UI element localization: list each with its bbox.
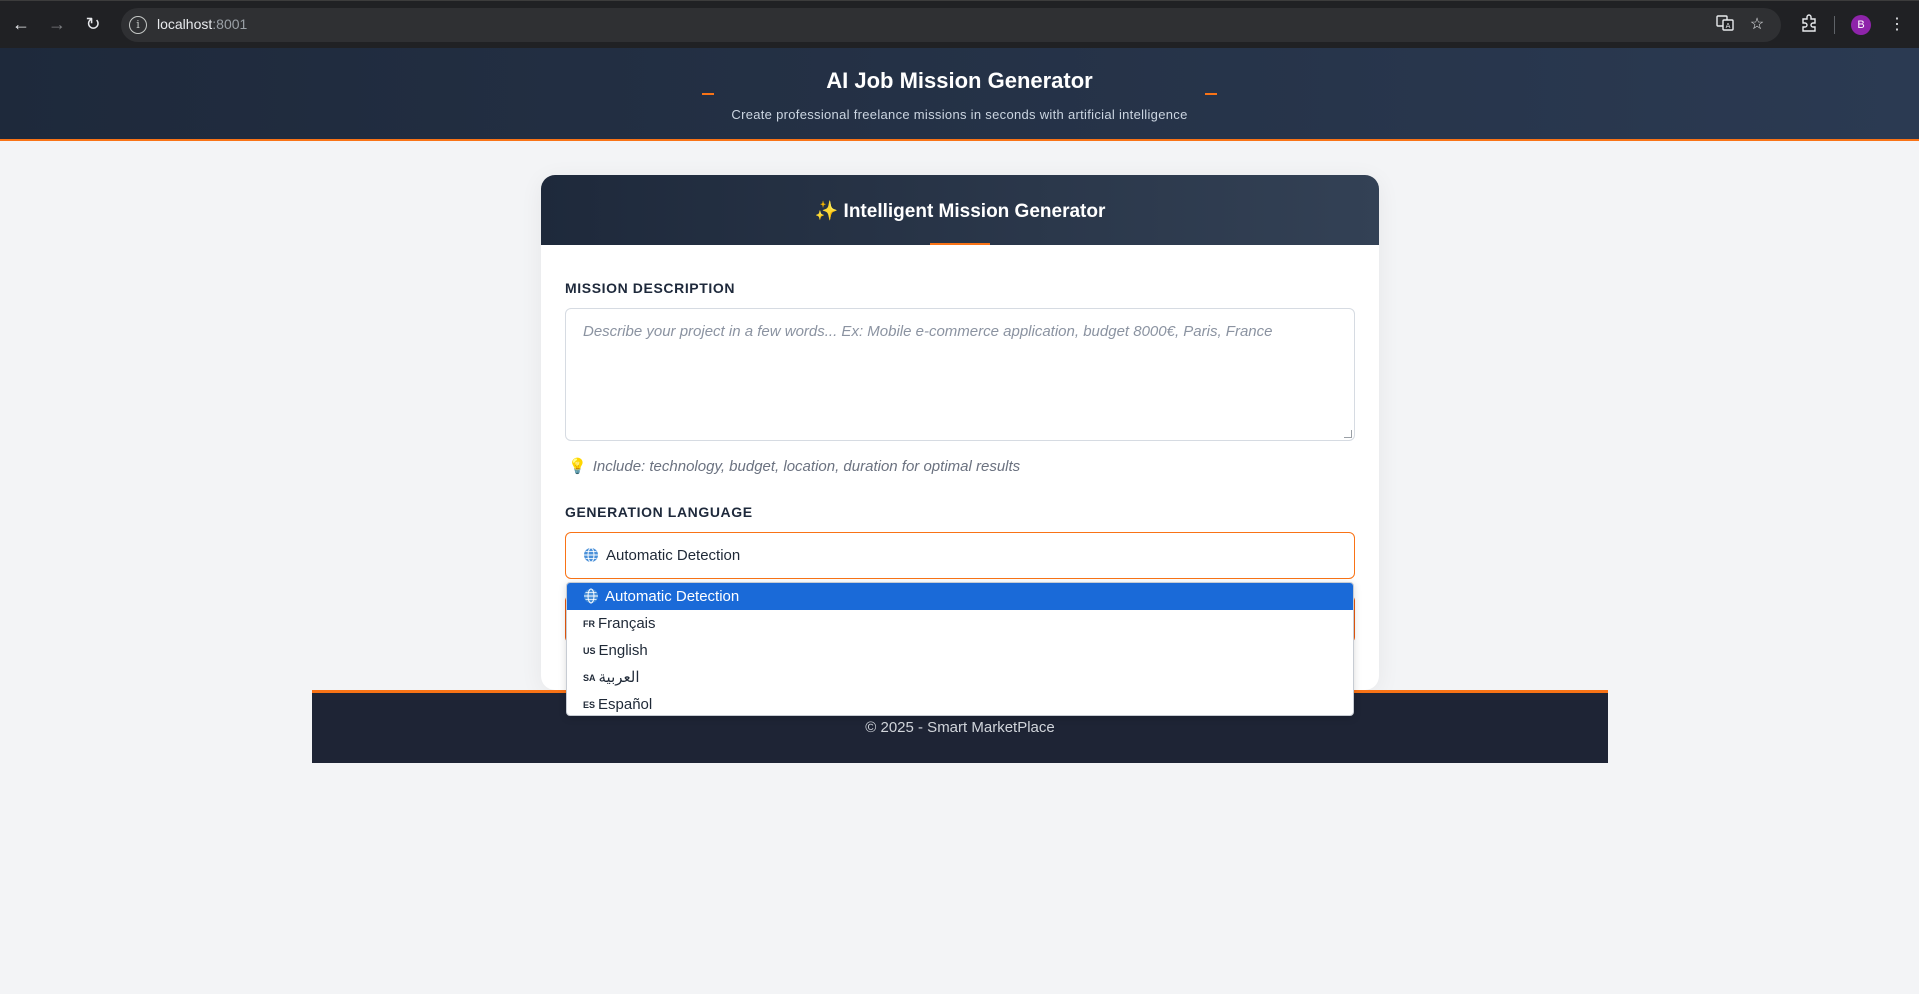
page-header: AI Job Mission Generator Create professi… bbox=[0, 48, 1919, 141]
option-label: Français bbox=[598, 615, 656, 632]
hint-text: Include: technology, budget, location, d… bbox=[592, 458, 1021, 475]
page-title: AI Job Mission Generator bbox=[826, 68, 1093, 93]
language-option-en[interactable]: US English bbox=[567, 637, 1353, 664]
url-text: localhost:8001 bbox=[157, 16, 248, 32]
language-select[interactable]: Automatic Detection bbox=[565, 532, 1355, 579]
toolbar-separator bbox=[1834, 16, 1835, 34]
header-accent-right bbox=[1205, 93, 1217, 95]
address-bar[interactable]: i localhost:8001 bbox=[121, 8, 1781, 42]
card-title-underline bbox=[930, 243, 990, 245]
language-select-value: Automatic Detection bbox=[606, 547, 741, 564]
site-info-icon[interactable]: i bbox=[129, 16, 147, 34]
card-header: ✨ Intelligent Mission Generator bbox=[541, 175, 1379, 245]
globe-icon bbox=[584, 547, 598, 563]
us-flag-icon: US bbox=[583, 646, 596, 656]
es-flag-icon: ES bbox=[583, 700, 596, 710]
profile-avatar[interactable]: B bbox=[1851, 15, 1871, 35]
option-label: العربية bbox=[598, 669, 640, 686]
reload-icon[interactable]: ↻ bbox=[82, 13, 104, 35]
description-hint: 💡 Include: technology, budget, location, … bbox=[568, 457, 1020, 475]
globe-icon bbox=[584, 588, 598, 604]
mission-description-input[interactable] bbox=[565, 308, 1355, 441]
language-option-es[interactable]: ES Español bbox=[567, 691, 1353, 715]
back-icon[interactable]: ← bbox=[10, 13, 32, 35]
footer-text: © 2025 - Smart MarketPlace bbox=[865, 719, 1055, 736]
option-label: Automatic Detection bbox=[605, 588, 740, 605]
language-dropdown[interactable]: Automatic Detection FR Français US English… bbox=[566, 582, 1354, 716]
generation-language-label: GENERATION LANGUAGE bbox=[565, 504, 753, 520]
browser-toolbar: ← → ↻ i localhost:8001 A ☆ B ⋮ bbox=[0, 0, 1919, 48]
lightbulb-icon: 💡 bbox=[568, 458, 587, 475]
forward-icon[interactable]: → bbox=[46, 13, 68, 35]
option-label: English bbox=[598, 642, 648, 659]
translate-icon[interactable]: A bbox=[1714, 14, 1736, 36]
language-option-fr[interactable]: FR Français bbox=[567, 610, 1353, 637]
fr-flag-icon: FR bbox=[583, 619, 595, 629]
extensions-icon[interactable] bbox=[1798, 14, 1820, 36]
svg-text:A: A bbox=[1726, 22, 1731, 30]
language-option-ar[interactable]: SA العربية bbox=[567, 664, 1353, 691]
mission-description-label: MISSION DESCRIPTION bbox=[565, 280, 736, 296]
kebab-menu-icon[interactable]: ⋮ bbox=[1886, 14, 1908, 36]
sa-flag-icon: SA bbox=[583, 673, 596, 683]
resize-handle-icon[interactable] bbox=[1344, 430, 1352, 438]
option-label: Español bbox=[598, 696, 653, 713]
bookmark-star-icon[interactable]: ☆ bbox=[1746, 14, 1768, 36]
language-option-auto[interactable]: Automatic Detection bbox=[567, 583, 1353, 610]
card-title: ✨ Intelligent Mission Generator bbox=[814, 201, 1106, 222]
page-subtitle: Create professional freelance missions i… bbox=[731, 107, 1188, 122]
